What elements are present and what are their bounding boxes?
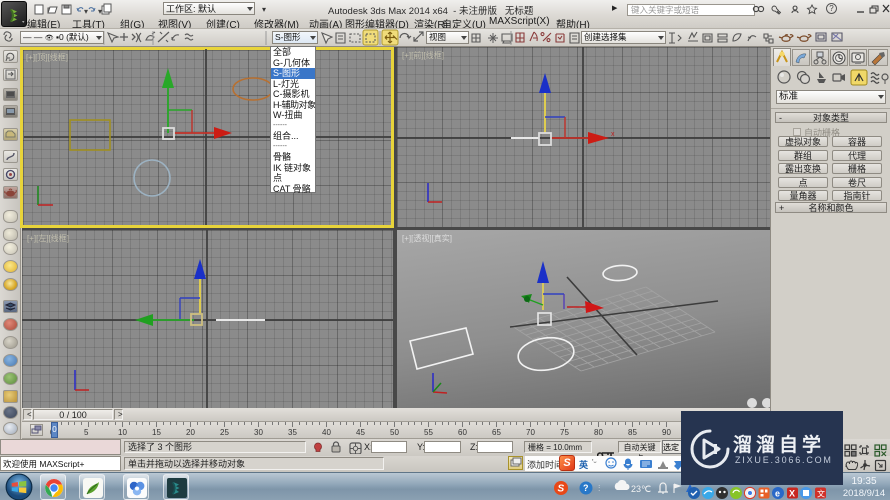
svg-text:?: ? [583,483,589,493]
svg-text:e: e [775,489,780,499]
svg-text:文: 文 [817,489,825,499]
svg-text:x: x [611,131,615,138]
svg-text:X: X [789,489,795,499]
svg-text:ⵗ: ⵗ [598,484,601,493]
svg-text:▾: ▾ [98,7,102,16]
svg-text:23℃: 23℃ [631,484,651,494]
svg-text:S: S [558,484,565,495]
svg-text:▾: ▾ [84,7,88,16]
